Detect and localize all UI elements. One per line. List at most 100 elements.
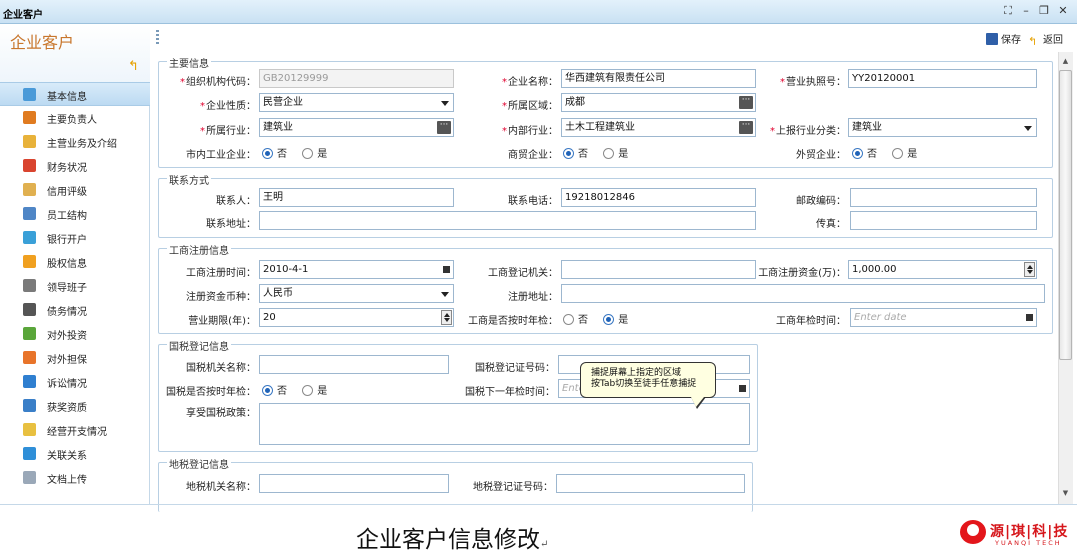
pie-icon	[23, 255, 36, 268]
guarantee-icon	[23, 351, 36, 364]
commerce-radio-group: 否 是	[563, 145, 640, 160]
sidebar-item-label: 股权信息	[47, 259, 87, 270]
lawsuit-icon	[23, 375, 36, 388]
phone-label: 联系电话：	[508, 196, 558, 207]
more-icon[interactable]: ···	[739, 96, 753, 109]
scrollbar-thumb[interactable]	[1059, 70, 1072, 360]
reg-address-label: 注册地址：	[508, 292, 558, 303]
local-tax-cert-input[interactable]	[556, 474, 745, 493]
reg-capital-spinner[interactable]: 1,000.00	[848, 260, 1037, 279]
close-icon[interactable]: ✕	[1056, 4, 1070, 17]
local-tax-cert-label: 地税登记证号码：	[473, 482, 553, 493]
nature-select[interactable]: 民营企业	[259, 93, 454, 112]
city-enterprise-radio-group: 否 是	[262, 145, 339, 160]
radio-no-selected[interactable]	[563, 148, 574, 159]
radio-yes[interactable]	[892, 148, 904, 159]
sidebar-item[interactable]: 信用评级	[0, 178, 150, 202]
sidebar-item[interactable]: 获奖资质	[0, 394, 150, 418]
more-icon[interactable]: ···	[437, 121, 451, 134]
reg-time-datepicker[interactable]: 2010-4-1	[259, 260, 454, 279]
scroll-down-icon[interactable]: ▼	[1059, 486, 1072, 500]
contact-person-input[interactable]: 王明	[259, 188, 454, 207]
sidebar-item[interactable]: 经营开支情况	[0, 418, 150, 442]
radio-yes[interactable]	[302, 385, 314, 396]
scroll-up-icon[interactable]: ▲	[1059, 54, 1072, 68]
sidebar-item[interactable]: 诉讼情况	[0, 370, 150, 394]
local-tax-authority-input[interactable]	[259, 474, 449, 493]
sidebar-item[interactable]: 债务情况	[0, 298, 150, 322]
fax-input[interactable]	[850, 211, 1037, 230]
sidebar-item[interactable]: 对外担保	[0, 346, 150, 370]
reg-capital-label: 工商注册资金(万)：	[758, 268, 846, 279]
back-arrow-icon[interactable]: ↰	[128, 60, 142, 74]
annual-check-radio-group: 否 是	[563, 311, 640, 326]
currency-select[interactable]: 人民币	[259, 284, 454, 303]
minimize-icon[interactable]: –	[1019, 4, 1033, 17]
sidebar-item-label: 主营业务及介绍	[47, 139, 117, 150]
national-tax-annual-check-radio-group: 否 是	[262, 382, 339, 397]
report-category-select[interactable]: 建筑业	[848, 118, 1037, 137]
license-input[interactable]: YY20120001	[848, 69, 1037, 88]
chevron-down-icon	[441, 101, 449, 106]
calendar-icon[interactable]	[1026, 314, 1033, 321]
foreign-trade-label: 外贸企业：	[796, 150, 846, 161]
commerce-label: 商贸企业：	[508, 150, 558, 161]
sidebar-item[interactable]: 主营业务及介绍	[0, 130, 150, 154]
radio-yes[interactable]	[302, 148, 314, 159]
inner-industry-label: *内部行业：	[502, 126, 558, 137]
inner-industry-picker[interactable]: 土木工程建筑业 ···	[561, 118, 756, 137]
industry-picker[interactable]: 建筑业 ···	[259, 118, 454, 137]
caption-text: 企业客户信息修改	[356, 527, 540, 553]
national-tax-authority-input[interactable]	[259, 355, 449, 374]
reg-authority-input[interactable]	[561, 260, 756, 279]
toolbar: 保存 ↰ 返回	[151, 24, 1077, 52]
region-picker[interactable]: 成都 ···	[561, 93, 756, 112]
annual-check-time-datepicker[interactable]: Enter date	[850, 308, 1037, 327]
radio-no-selected[interactable]	[262, 148, 273, 159]
sidebar-item-label: 获奖资质	[47, 403, 87, 414]
org-code-input[interactable]: GB20129999	[259, 69, 454, 88]
sidebar-item[interactable]: 领导班子	[0, 274, 150, 298]
radio-no-selected[interactable]	[852, 148, 863, 159]
local-tax-legend: 地税登记信息	[167, 456, 231, 471]
reg-address-input[interactable]	[561, 284, 1045, 303]
sidebar-item[interactable]: 员工结构	[0, 202, 150, 226]
local-tax-authority-label: 地税机关名称：	[186, 482, 256, 493]
sidebar-header: 企业客户 ↰	[0, 24, 150, 84]
fullscreen-icon[interactable]: ⛶	[1001, 4, 1015, 18]
address-input[interactable]	[259, 211, 756, 230]
radio-yes-selected[interactable]	[603, 314, 615, 325]
sidebar-item[interactable]: 关联关系	[0, 442, 150, 466]
company-name-input[interactable]: 华西建筑有限责任公司	[561, 69, 756, 88]
term-spinner[interactable]: 20	[259, 308, 454, 327]
sidebar-item[interactable]: 文档上传	[0, 466, 150, 490]
calendar-icon[interactable]	[739, 385, 746, 392]
radio-yes[interactable]	[603, 148, 615, 159]
radio-no-selected[interactable]	[262, 385, 273, 396]
postcode-input[interactable]	[850, 188, 1037, 207]
sidebar-item[interactable]: 对外投资	[0, 322, 150, 346]
spinner-arrows-icon[interactable]	[1024, 262, 1035, 277]
restore-icon[interactable]: ❐	[1037, 4, 1051, 17]
sidebar-item[interactable]: 股权信息	[0, 250, 150, 274]
page-caption: 企业客户信息修改↵	[356, 520, 548, 554]
phone-input[interactable]: 19218012846	[561, 188, 756, 207]
sidebar-item-label: 银行开户	[47, 235, 87, 246]
sidebar-item[interactable]: 主要负责人	[0, 106, 150, 130]
save-label: 保存	[1001, 35, 1021, 46]
sidebar-item[interactable]: 财务状况	[0, 154, 150, 178]
spinner-arrows-icon[interactable]	[441, 310, 452, 325]
save-button[interactable]: 保存	[986, 31, 1021, 47]
sidebar-item-label: 财务状况	[47, 163, 87, 174]
back-button[interactable]: ↰ 返回	[1028, 31, 1063, 48]
sidebar-item[interactable]: 银行开户	[0, 226, 150, 250]
sidebar-item-label: 领导班子	[47, 283, 87, 294]
save-icon	[986, 33, 998, 45]
sidebar-item-label: 诉讼情况	[47, 379, 87, 390]
sidebar-item[interactable]: 基本信息	[0, 82, 150, 106]
national-tax-policy-textarea[interactable]	[259, 403, 750, 445]
radio-no[interactable]	[563, 314, 574, 325]
annual-check-time-label: 工商年检时间：	[776, 316, 846, 327]
calendar-icon[interactable]	[443, 266, 450, 273]
more-icon[interactable]: ···	[739, 121, 753, 134]
